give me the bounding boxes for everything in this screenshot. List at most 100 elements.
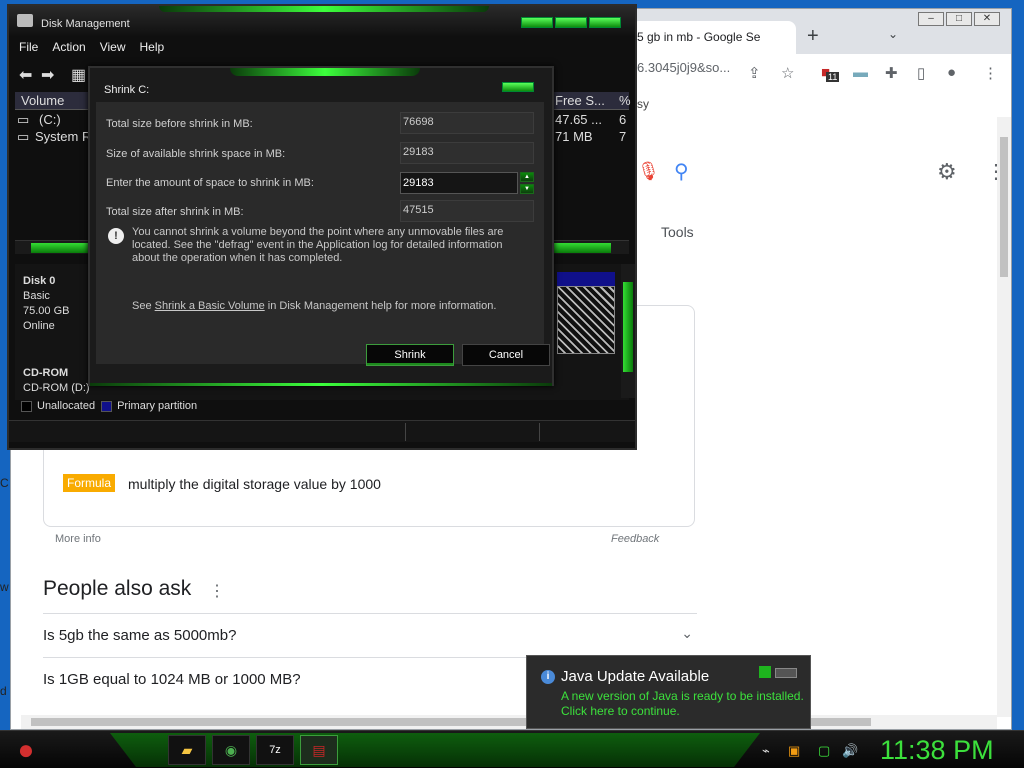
spin-up-icon[interactable]: ▲ bbox=[520, 172, 534, 182]
close-button[interactable] bbox=[775, 668, 797, 678]
close-button[interactable]: ✕ bbox=[974, 12, 1000, 26]
partition-header[interactable] bbox=[557, 272, 615, 286]
free-space-value: 71 MB bbox=[555, 129, 593, 144]
7zip-icon[interactable]: 7z bbox=[256, 735, 294, 765]
close-button[interactable] bbox=[502, 82, 534, 92]
paa-question-text: Is 1GB equal to 1024 MB or 1000 MB? bbox=[43, 671, 301, 688]
disk-type: CD-ROM (D:) bbox=[23, 382, 90, 394]
dm-titlebar[interactable]: Disk Management bbox=[9, 6, 635, 36]
minimize-button[interactable]: ‒ bbox=[918, 12, 944, 26]
chrome-icon[interactable]: ◉ bbox=[212, 735, 250, 765]
disk-type: Basic bbox=[23, 290, 50, 302]
unallocated-swatch bbox=[21, 400, 32, 412]
back-arrow-icon[interactable]: ⬅ bbox=[19, 65, 32, 85]
flag-extension-icon[interactable]: ▬ bbox=[853, 64, 868, 81]
legend: Unallocated Primary partition bbox=[21, 400, 197, 412]
drive-icon: ▭ bbox=[17, 129, 30, 144]
search-icon[interactable]: ⚲ bbox=[674, 159, 689, 184]
file-explorer-icon[interactable]: ▰ bbox=[168, 735, 206, 765]
dialog-title: Shrink C: bbox=[104, 84, 150, 96]
address-bar[interactable]: 6.3045j0j9&so... bbox=[637, 60, 730, 75]
total-before-value: 76698 bbox=[400, 112, 534, 134]
info-icon: ! bbox=[108, 228, 124, 244]
disk-0-info[interactable]: Disk 0 Basic 75.00 GB Online bbox=[23, 274, 69, 334]
clock[interactable]: 11:38 PM bbox=[880, 735, 994, 766]
chevron-down-icon: ⌄ bbox=[681, 625, 693, 641]
maximize-button[interactable] bbox=[555, 17, 587, 28]
formula-text: multiply the digital storage value by 10… bbox=[128, 476, 381, 492]
shrink-button[interactable]: Shrink bbox=[366, 344, 454, 366]
shrink-help-link[interactable]: Shrink a Basic Volume bbox=[155, 300, 265, 312]
maximize-button[interactable]: □ bbox=[946, 12, 972, 26]
disk-management-icon bbox=[17, 14, 33, 27]
share-icon[interactable]: ⇪ bbox=[748, 64, 761, 82]
column-free-space[interactable]: Free S... bbox=[555, 93, 605, 108]
available-space-label: Size of available shrink space in MB: bbox=[106, 148, 286, 160]
tools-link[interactable]: Tools bbox=[661, 224, 694, 240]
page-horizontal-scrollbar[interactable] bbox=[21, 715, 997, 729]
menu-action[interactable]: Action bbox=[52, 40, 85, 54]
browser-tab[interactable]: 5 gb in mb - Google Se bbox=[631, 21, 796, 54]
close-button[interactable] bbox=[589, 17, 621, 28]
network-icon[interactable]: ⌁ bbox=[762, 743, 770, 759]
menu-view[interactable]: View bbox=[100, 40, 126, 54]
extension-badge: 11 bbox=[826, 72, 840, 82]
disk-view-scrollbar[interactable] bbox=[621, 264, 635, 398]
paa-question-text: Is 5gb the same as 5000mb? bbox=[43, 627, 237, 644]
page-vertical-scrollbar[interactable] bbox=[997, 117, 1011, 717]
spin-down-icon[interactable]: ▼ bbox=[520, 184, 534, 194]
scrollbar-thumb[interactable] bbox=[623, 282, 633, 372]
formula-badge: Formula bbox=[63, 474, 116, 492]
java-tray-icon[interactable]: ▣ bbox=[788, 743, 800, 759]
partition-selected[interactable] bbox=[557, 286, 615, 354]
column-percent[interactable]: % bbox=[619, 93, 631, 108]
chrome-window-controls: ‒ □ ✕ bbox=[916, 12, 1000, 26]
puzzle-icon[interactable]: ✚ bbox=[885, 64, 898, 82]
disk-name: CD-ROM bbox=[23, 367, 69, 379]
tab-search-icon[interactable]: ⌄ bbox=[888, 27, 898, 41]
percent-value: 6 bbox=[619, 112, 627, 127]
disk-status: Online bbox=[23, 320, 55, 332]
volume-name[interactable]: (C:) bbox=[39, 112, 61, 127]
total-after-value: 47515 bbox=[400, 200, 534, 222]
shrink-amount-stepper[interactable]: ▲ ▼ bbox=[520, 172, 534, 194]
volume-icon[interactable]: 🔊 bbox=[842, 743, 858, 759]
java-update-notification[interactable]: i Java Update Available A new version of… bbox=[526, 655, 811, 729]
dialog-body: Total size before shrink in MB: 76698 Si… bbox=[96, 102, 544, 364]
side-panel-icon[interactable]: ▯ bbox=[917, 64, 925, 82]
status-divider bbox=[405, 423, 406, 441]
start-button-bird-icon[interactable]: ● bbox=[8, 731, 44, 768]
bookmark-star-icon[interactable]: ☆ bbox=[781, 64, 794, 82]
battery-icon[interactable]: ▢ bbox=[818, 743, 830, 759]
shrink-amount-label: Enter the amount of space to shrink in M… bbox=[106, 177, 314, 189]
new-tab-button[interactable]: + bbox=[807, 25, 819, 48]
clipped-text: d bbox=[0, 684, 7, 698]
bookmarks-bar: sy bbox=[637, 97, 649, 111]
console-icon[interactable]: ▦ bbox=[71, 65, 86, 85]
profile-icon[interactable]: ● bbox=[947, 64, 956, 81]
clipped-text: C bbox=[0, 476, 9, 490]
minimize-button[interactable] bbox=[521, 17, 553, 28]
gear-icon[interactable]: ⚙ bbox=[937, 159, 957, 185]
volume-name[interactable]: System R bbox=[35, 129, 91, 144]
title-glow bbox=[159, 6, 489, 12]
notification-line: Click here to continue. bbox=[561, 704, 680, 718]
menu-file[interactable]: File bbox=[19, 40, 38, 54]
notification-message[interactable]: A new version of Java is ready to be ins… bbox=[561, 689, 804, 719]
forward-arrow-icon[interactable]: ➡ bbox=[41, 65, 54, 85]
menu-help[interactable]: Help bbox=[140, 40, 165, 54]
shrink-amount-input[interactable] bbox=[400, 172, 518, 194]
menu-dots-icon[interactable]: ⋮ bbox=[983, 64, 998, 82]
cdrom-info[interactable]: CD-ROM CD-ROM (D:) bbox=[23, 366, 90, 396]
cancel-button[interactable]: Cancel bbox=[462, 344, 550, 366]
scrollbar-thumb[interactable] bbox=[1000, 137, 1008, 277]
disk-management-taskbar-icon[interactable]: ▤ bbox=[300, 735, 338, 765]
primary-swatch bbox=[101, 400, 113, 412]
dialog-glow bbox=[230, 68, 420, 76]
more-options-icon[interactable]: ⋮ bbox=[209, 581, 225, 601]
paa-question[interactable]: Is 5gb the same as 5000mb? ⌄ bbox=[43, 613, 697, 657]
column-volume[interactable]: Volume bbox=[21, 93, 64, 108]
more-info-link[interactable]: More info bbox=[55, 533, 101, 545]
feedback-link[interactable]: Feedback bbox=[611, 533, 659, 545]
microphone-icon[interactable]: 🎙 bbox=[637, 161, 660, 182]
